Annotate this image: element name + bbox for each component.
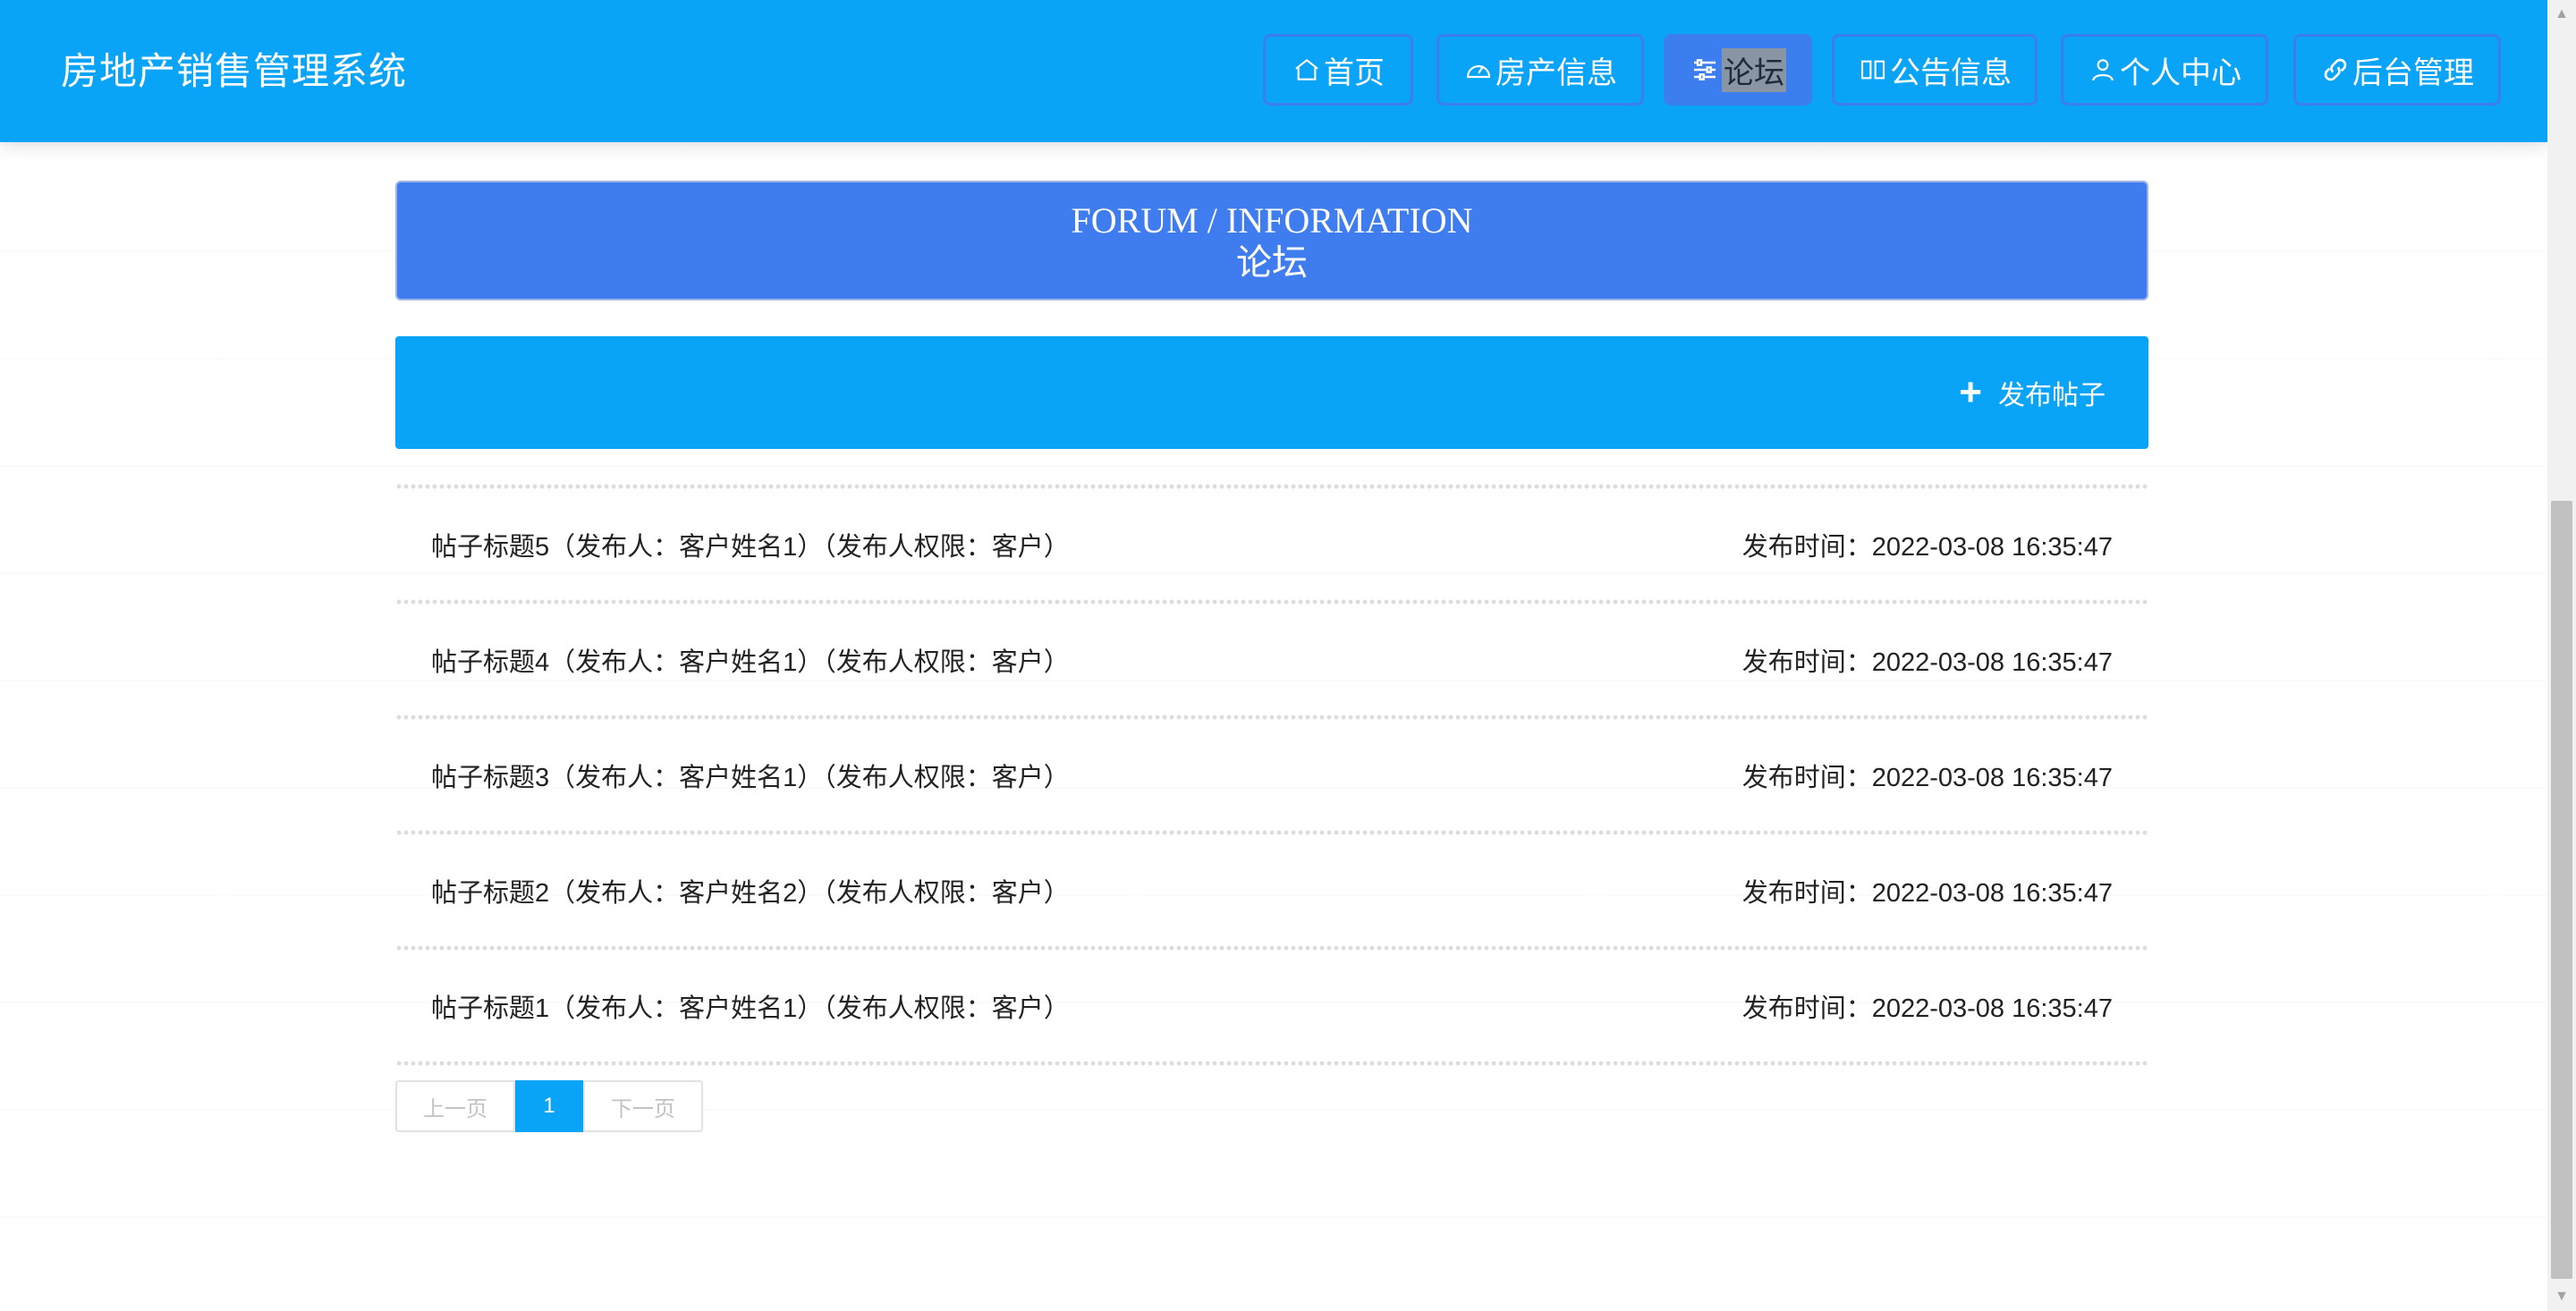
nav-admin[interactable]: 后台管理	[2293, 34, 2501, 106]
current-page-button[interactable]: 1	[515, 1080, 583, 1132]
sliders-icon	[1690, 55, 1720, 85]
post-list: 帖子标题5（发布人：客户姓名1）（发布人权限：客户） 发布时间：2022-03-…	[395, 483, 2148, 1067]
divider	[395, 598, 2148, 605]
nav-property-info[interactable]: 房产信息	[1436, 34, 1644, 106]
publish-post-button[interactable]: + 发布帖子	[1959, 372, 2106, 413]
nav-property-info-label: 房产信息	[1496, 55, 1617, 90]
post-title[interactable]: 帖子标题3（发布人：客户姓名1）（发布人权限：客户）	[431, 757, 1070, 794]
nav-announcements[interactable]: 公告信息	[1832, 34, 2038, 106]
nav-admin-label: 后台管理	[2352, 55, 2474, 90]
nav-forum[interactable]: 论坛	[1664, 34, 1812, 106]
plus-icon: +	[1959, 370, 1982, 414]
scroll-up-icon[interactable]: ▲	[2547, 0, 2576, 29]
nav-forum-label: 论坛	[1722, 47, 1786, 92]
site-title: 房地产销售管理系统	[61, 50, 408, 92]
link-icon	[2320, 55, 2351, 85]
vertical-scrollbar[interactable]: ▲ ▼	[2547, 0, 2576, 1311]
next-page-button[interactable]: 下一页	[583, 1080, 703, 1132]
post-time: 发布时间：2022-03-08 16:35:47	[1741, 763, 2113, 792]
user-icon	[2088, 55, 2118, 85]
banner-title-en: FORUM / INFORMATION	[1071, 200, 1473, 241]
pagination: 上一页 1 下一页	[395, 1080, 703, 1132]
dashboard-icon	[1463, 55, 1494, 85]
nav-announcements-label: 公告信息	[1890, 55, 2012, 90]
nav-home-label: 首页	[1324, 55, 1385, 90]
post-title[interactable]: 帖子标题2（发布人：客户姓名2）（发布人权限：客户）	[431, 872, 1070, 909]
nav-personal-center-label: 个人中心	[2120, 55, 2241, 90]
banner-title-cn: 论坛	[1236, 242, 1308, 283]
scroll-down-icon[interactable]: ▼	[2547, 1282, 2576, 1311]
post-time: 发布时间：2022-03-08 16:35:47	[1741, 878, 2113, 908]
forum-banner: FORUM / INFORMATION 论坛	[395, 181, 2148, 300]
nav-personal-center[interactable]: 个人中心	[2061, 34, 2268, 106]
publish-post-label: 发布帖子	[1998, 381, 2106, 410]
prev-page-button[interactable]: 上一页	[395, 1080, 515, 1132]
divider	[395, 1060, 2148, 1067]
home-icon	[1292, 55, 1322, 85]
divider	[395, 944, 2148, 952]
list-item[interactable]: 帖子标题3（发布人：客户姓名1）（发布人权限：客户） 发布时间：2022-03-…	[395, 721, 2148, 829]
list-item[interactable]: 帖子标题5（发布人：客户姓名1）（发布人权限：客户） 发布时间：2022-03-…	[395, 490, 2148, 598]
post-time: 发布时间：2022-03-08 16:35:47	[1741, 647, 2113, 677]
nav-home[interactable]: 首页	[1263, 34, 1413, 106]
divider	[395, 714, 2148, 721]
scroll-thumb[interactable]	[2551, 501, 2572, 1279]
top-header: 房地产销售管理系统 首页 房产信息 论坛 公告信息 个人中心 后台管理	[0, 0, 2547, 142]
divider	[395, 829, 2148, 836]
list-item[interactable]: 帖子标题1（发布人：客户姓名1）（发布人权限：客户） 发布时间：2022-03-…	[395, 952, 2148, 1060]
post-title[interactable]: 帖子标题4（发布人：客户姓名1）（发布人权限：客户）	[431, 641, 1070, 679]
list-item[interactable]: 帖子标题4（发布人：客户姓名1）（发布人权限：客户） 发布时间：2022-03-…	[395, 605, 2148, 714]
page: 房地产销售管理系统 首页 房产信息 论坛 公告信息 个人中心 后台管理 FORU…	[0, 0, 2576, 1311]
action-bar: + 发布帖子	[395, 336, 2148, 449]
post-title[interactable]: 帖子标题5（发布人：客户姓名1）（发布人权限：客户）	[431, 526, 1070, 563]
post-time: 发布时间：2022-03-08 16:35:47	[1741, 532, 2113, 562]
reader-icon	[1858, 55, 1888, 85]
post-time: 发布时间：2022-03-08 16:35:47	[1741, 994, 2113, 1023]
list-item[interactable]: 帖子标题2（发布人：客户姓名2）（发布人权限：客户） 发布时间：2022-03-…	[395, 836, 2148, 944]
post-title[interactable]: 帖子标题1（发布人：客户姓名1）（发布人权限：客户）	[431, 987, 1070, 1025]
divider	[395, 483, 2148, 490]
